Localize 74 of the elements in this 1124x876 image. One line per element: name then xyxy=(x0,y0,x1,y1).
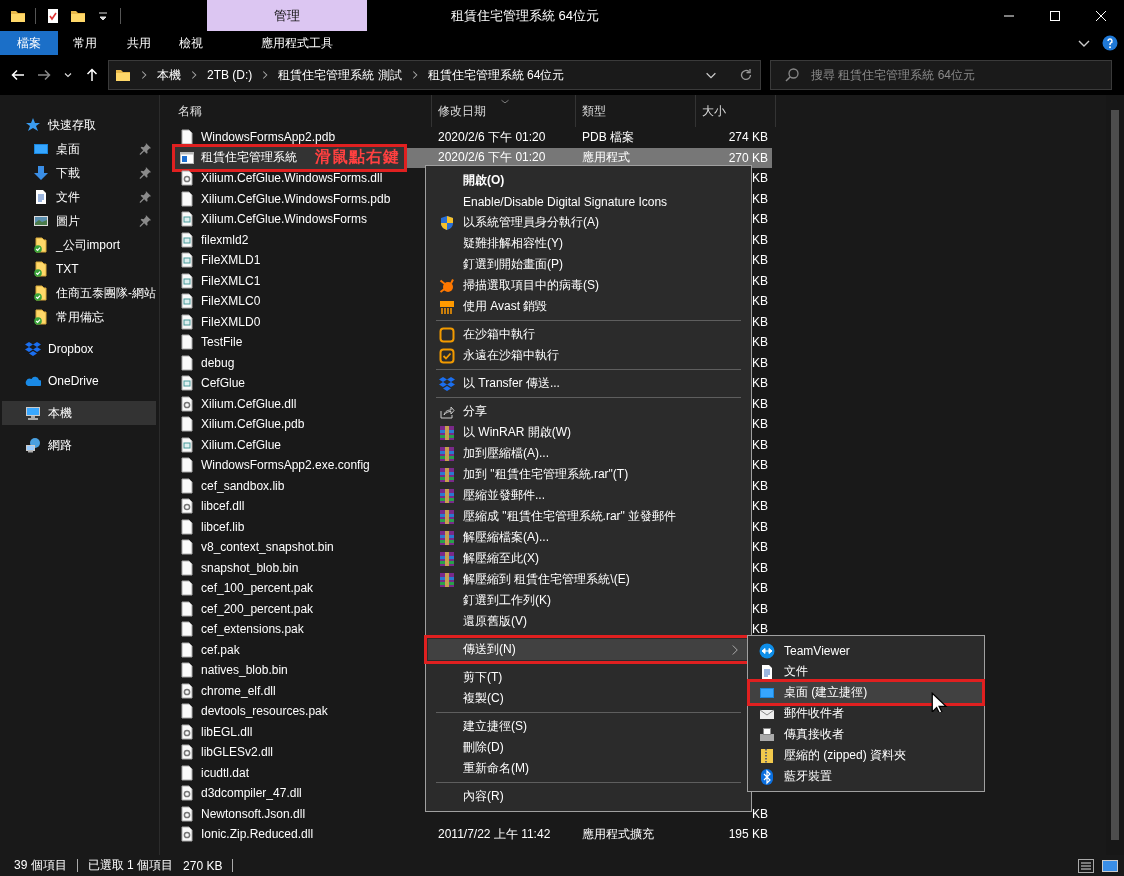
file-name: libEGL.dll xyxy=(201,724,253,739)
file-size: KB xyxy=(752,232,768,247)
file-type: PDB 檔案 xyxy=(582,128,634,146)
file-size: KB xyxy=(752,396,768,411)
file-size: KB xyxy=(752,499,768,514)
file-name: cef.pak xyxy=(201,642,240,657)
file-name: snapshot_blob.bin xyxy=(201,560,299,575)
file-name: filexmld2 xyxy=(201,232,249,247)
file-size: 270 KB xyxy=(728,150,768,165)
modified-date: 2020/2/6 下午 01:20 xyxy=(438,149,546,167)
file-size: KB xyxy=(752,335,768,350)
selection-count: 已選取 1 個項目 xyxy=(87,857,174,874)
file-size: KB xyxy=(752,253,768,268)
file-name: cef_100_percent.pak xyxy=(201,581,314,596)
file-type: 應用程式擴充 xyxy=(582,825,654,843)
file-size: KB xyxy=(752,458,768,473)
file-size: 274 KB xyxy=(728,130,768,145)
file-name: icudtl.dat xyxy=(201,765,250,780)
file-name: 租賃住宅管理系統 xyxy=(201,149,297,167)
file-name: natives_blob.bin xyxy=(201,663,288,678)
file-size: KB xyxy=(752,417,768,432)
file-name: libcef.dll xyxy=(201,499,245,514)
file-size: KB xyxy=(752,806,768,821)
file-size: KB xyxy=(752,376,768,391)
context-tab-header: 管理 xyxy=(207,0,367,31)
file-size: KB xyxy=(752,581,768,596)
file-name: debug xyxy=(201,355,235,370)
file-name: v8_context_snapshot.bin xyxy=(201,540,334,555)
file-size: KB xyxy=(752,519,768,534)
file-size: KB xyxy=(752,314,768,329)
file-name: WindowsFormsApp2.pdb xyxy=(201,130,336,145)
file-name: cef_200_percent.pak xyxy=(201,601,314,616)
file-name: chrome_elf.dll xyxy=(201,683,276,698)
file-size: KB xyxy=(752,294,768,309)
file-name: WindowsFormsApp2.exe.config xyxy=(201,458,370,473)
file-name: Newtonsoft.Json.dll xyxy=(201,806,306,821)
file-size: KB xyxy=(752,622,768,637)
file-size: KB xyxy=(752,560,768,575)
file-name: Ionic.Zip.Reduced.dll xyxy=(201,827,314,842)
file-size: KB xyxy=(752,171,768,186)
file-name: FileXMLD1 xyxy=(201,253,261,268)
window-title: 租賃住宅管理系統 64位元 xyxy=(451,6,600,25)
file-size: 195 KB xyxy=(728,827,768,842)
file-size: KB xyxy=(752,601,768,616)
file-name: Xilium.CefGlue.pdb xyxy=(201,417,305,432)
file-name: FileXMLC0 xyxy=(201,294,261,309)
file-name: Xilium.CefGlue xyxy=(201,437,282,452)
file-size: KB xyxy=(752,437,768,452)
file-name: Xilium.CefGlue.dll xyxy=(201,396,297,411)
file-name: devtools_resources.pak xyxy=(201,704,328,719)
file-name: CefGlue xyxy=(201,376,246,391)
file-name: cef_sandbox.lib xyxy=(201,478,285,493)
file-name: d3dcompiler_47.dll xyxy=(201,786,302,801)
file-name: Xilium.CefGlue.WindowsForms.dll xyxy=(201,171,383,186)
modified-date: 2011/7/22 上午 11:42 xyxy=(438,825,551,843)
file-size: KB xyxy=(752,191,768,206)
file-name: Xilium.CefGlue.WindowsForms xyxy=(201,212,368,227)
file-size: KB xyxy=(752,540,768,555)
annotation-label: 滑鼠點右鍵 xyxy=(315,147,400,168)
file-name: cef_extensions.pak xyxy=(201,622,304,637)
file-type: 應用程式 xyxy=(582,149,630,167)
item-count: 39 個項目 xyxy=(14,857,67,874)
file-name: libcef.lib xyxy=(201,519,245,534)
file-size: KB xyxy=(752,212,768,227)
selection-size: 270 KB xyxy=(183,858,223,873)
file-size: KB xyxy=(752,273,768,288)
file-name: TestFile xyxy=(201,335,243,350)
file-name: Xilium.CefGlue.WindowsForms.pdb xyxy=(201,191,391,206)
file-name: libGLESv2.dll xyxy=(201,745,274,760)
file-name: FileXMLD0 xyxy=(201,314,261,329)
file-size: KB xyxy=(752,478,768,493)
modified-date: 2020/2/6 下午 01:20 xyxy=(438,128,546,146)
file-name: FileXMLC1 xyxy=(201,273,261,288)
file-size: KB xyxy=(752,355,768,370)
